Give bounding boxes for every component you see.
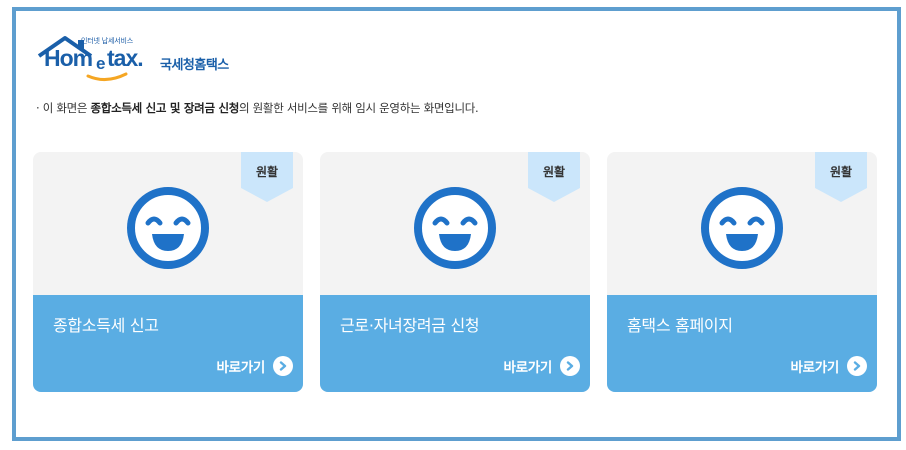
smiley-face-icon [127, 187, 209, 269]
goto-label: 바로가기 [790, 360, 840, 376]
logo-brand-e: e [96, 54, 106, 73]
status-badge: 원활 [528, 152, 580, 202]
service-card-hometax[interactable]: 원활 홈택스 홈페이지 바로가기 [607, 152, 877, 392]
card-footer: 홈택스 홈페이지 바로가기 [607, 295, 877, 392]
chevron-right-icon [273, 356, 293, 376]
chevron-right-icon [560, 356, 580, 376]
card-title: 종합소득세 신고 [53, 316, 159, 335]
goto-label: 바로가기 [503, 360, 553, 376]
chevron-right-icon [847, 356, 867, 376]
card-footer: 근로·자녀장려금 신청 바로가기 [320, 295, 590, 392]
goto-button[interactable]: 바로가기 [217, 356, 293, 376]
notice-suffix: 의 원활한 서비스를 위해 임시 운영하는 화면입니다. [239, 101, 479, 115]
hometax-logo[interactable]: 인터넷 납세서비스 Hom e tax. 국세청홈택스 [36, 34, 236, 82]
status-label: 원활 [255, 165, 279, 179]
smiley-face-icon [414, 187, 496, 269]
notice-prefix: · 이 화면은 [36, 101, 91, 115]
status-label: 원활 [829, 165, 853, 179]
goto-button[interactable]: 바로가기 [791, 356, 867, 376]
card-title: 홈택스 홈페이지 [627, 316, 733, 335]
notice-text: · 이 화면은 종합소득세 신고 및 장려금 신청의 원활한 서비스를 위해 임… [36, 100, 479, 116]
logo-brand-korean: 국세청홈택스 [160, 58, 229, 73]
status-label: 원활 [542, 165, 566, 179]
goto-label: 바로가기 [216, 360, 266, 376]
status-badge: 원활 [815, 152, 867, 202]
service-card-incentive[interactable]: 원활 근로·자녀장려금 신청 바로가기 [320, 152, 590, 392]
goto-button[interactable]: 바로가기 [504, 356, 580, 376]
status-badge: 원활 [241, 152, 293, 202]
smiley-face-icon [701, 187, 783, 269]
notice-highlight: 종합소득세 신고 및 장려금 신청 [90, 101, 240, 115]
logo-brand-tax: tax. [107, 45, 144, 71]
main-frame: 인터넷 납세서비스 Hom e tax. 국세청홈택스 · 이 화면은 종합소득… [12, 7, 901, 441]
card-title: 근로·자녀장려금 신청 [340, 316, 480, 335]
service-card-income-tax[interactable]: 원활 종합소득세 신고 바로가기 [33, 152, 303, 392]
logo-brand-home: Hom [44, 45, 93, 71]
card-footer: 종합소득세 신고 바로가기 [33, 295, 303, 392]
